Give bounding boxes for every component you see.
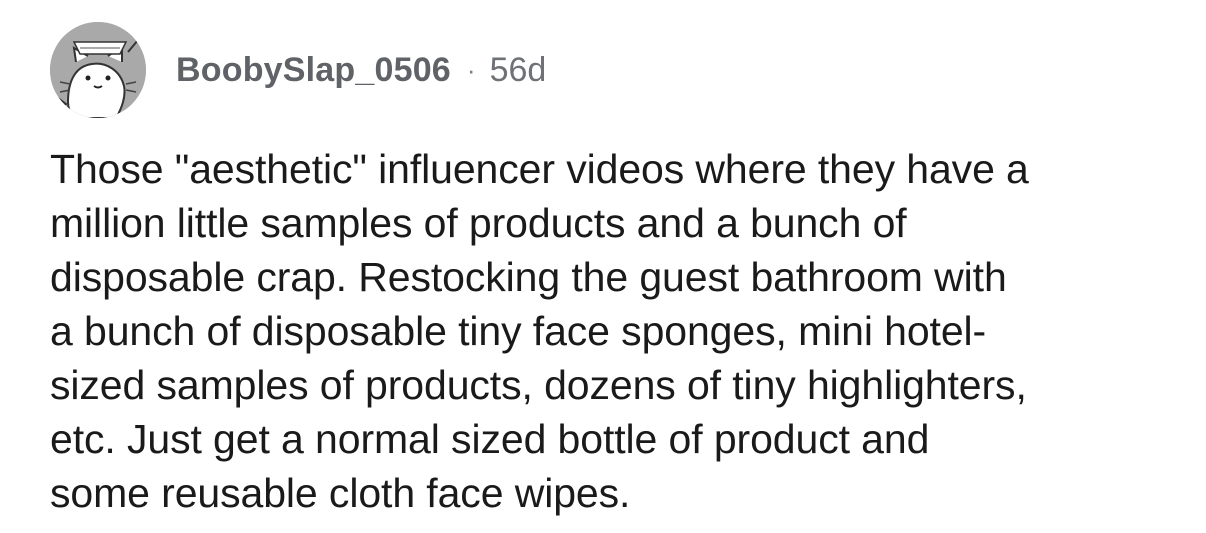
comment-header: BoobySlap_0506 · 56d [50,22,546,118]
comment-meta: BoobySlap_0506 · 56d [176,53,546,87]
comment-age: 56d [489,51,547,89]
comment-body-text: Those "aesthetic" influencer videos wher… [50,146,1029,516]
comment-card: BoobySlap_0506 · 56d Those "aesthetic" i… [0,0,1206,533]
username-link[interactable]: BoobySlap_0506 [176,53,451,87]
cartoon-cat-avatar-icon[interactable] [50,22,146,118]
meta-separator: · [466,55,476,85]
